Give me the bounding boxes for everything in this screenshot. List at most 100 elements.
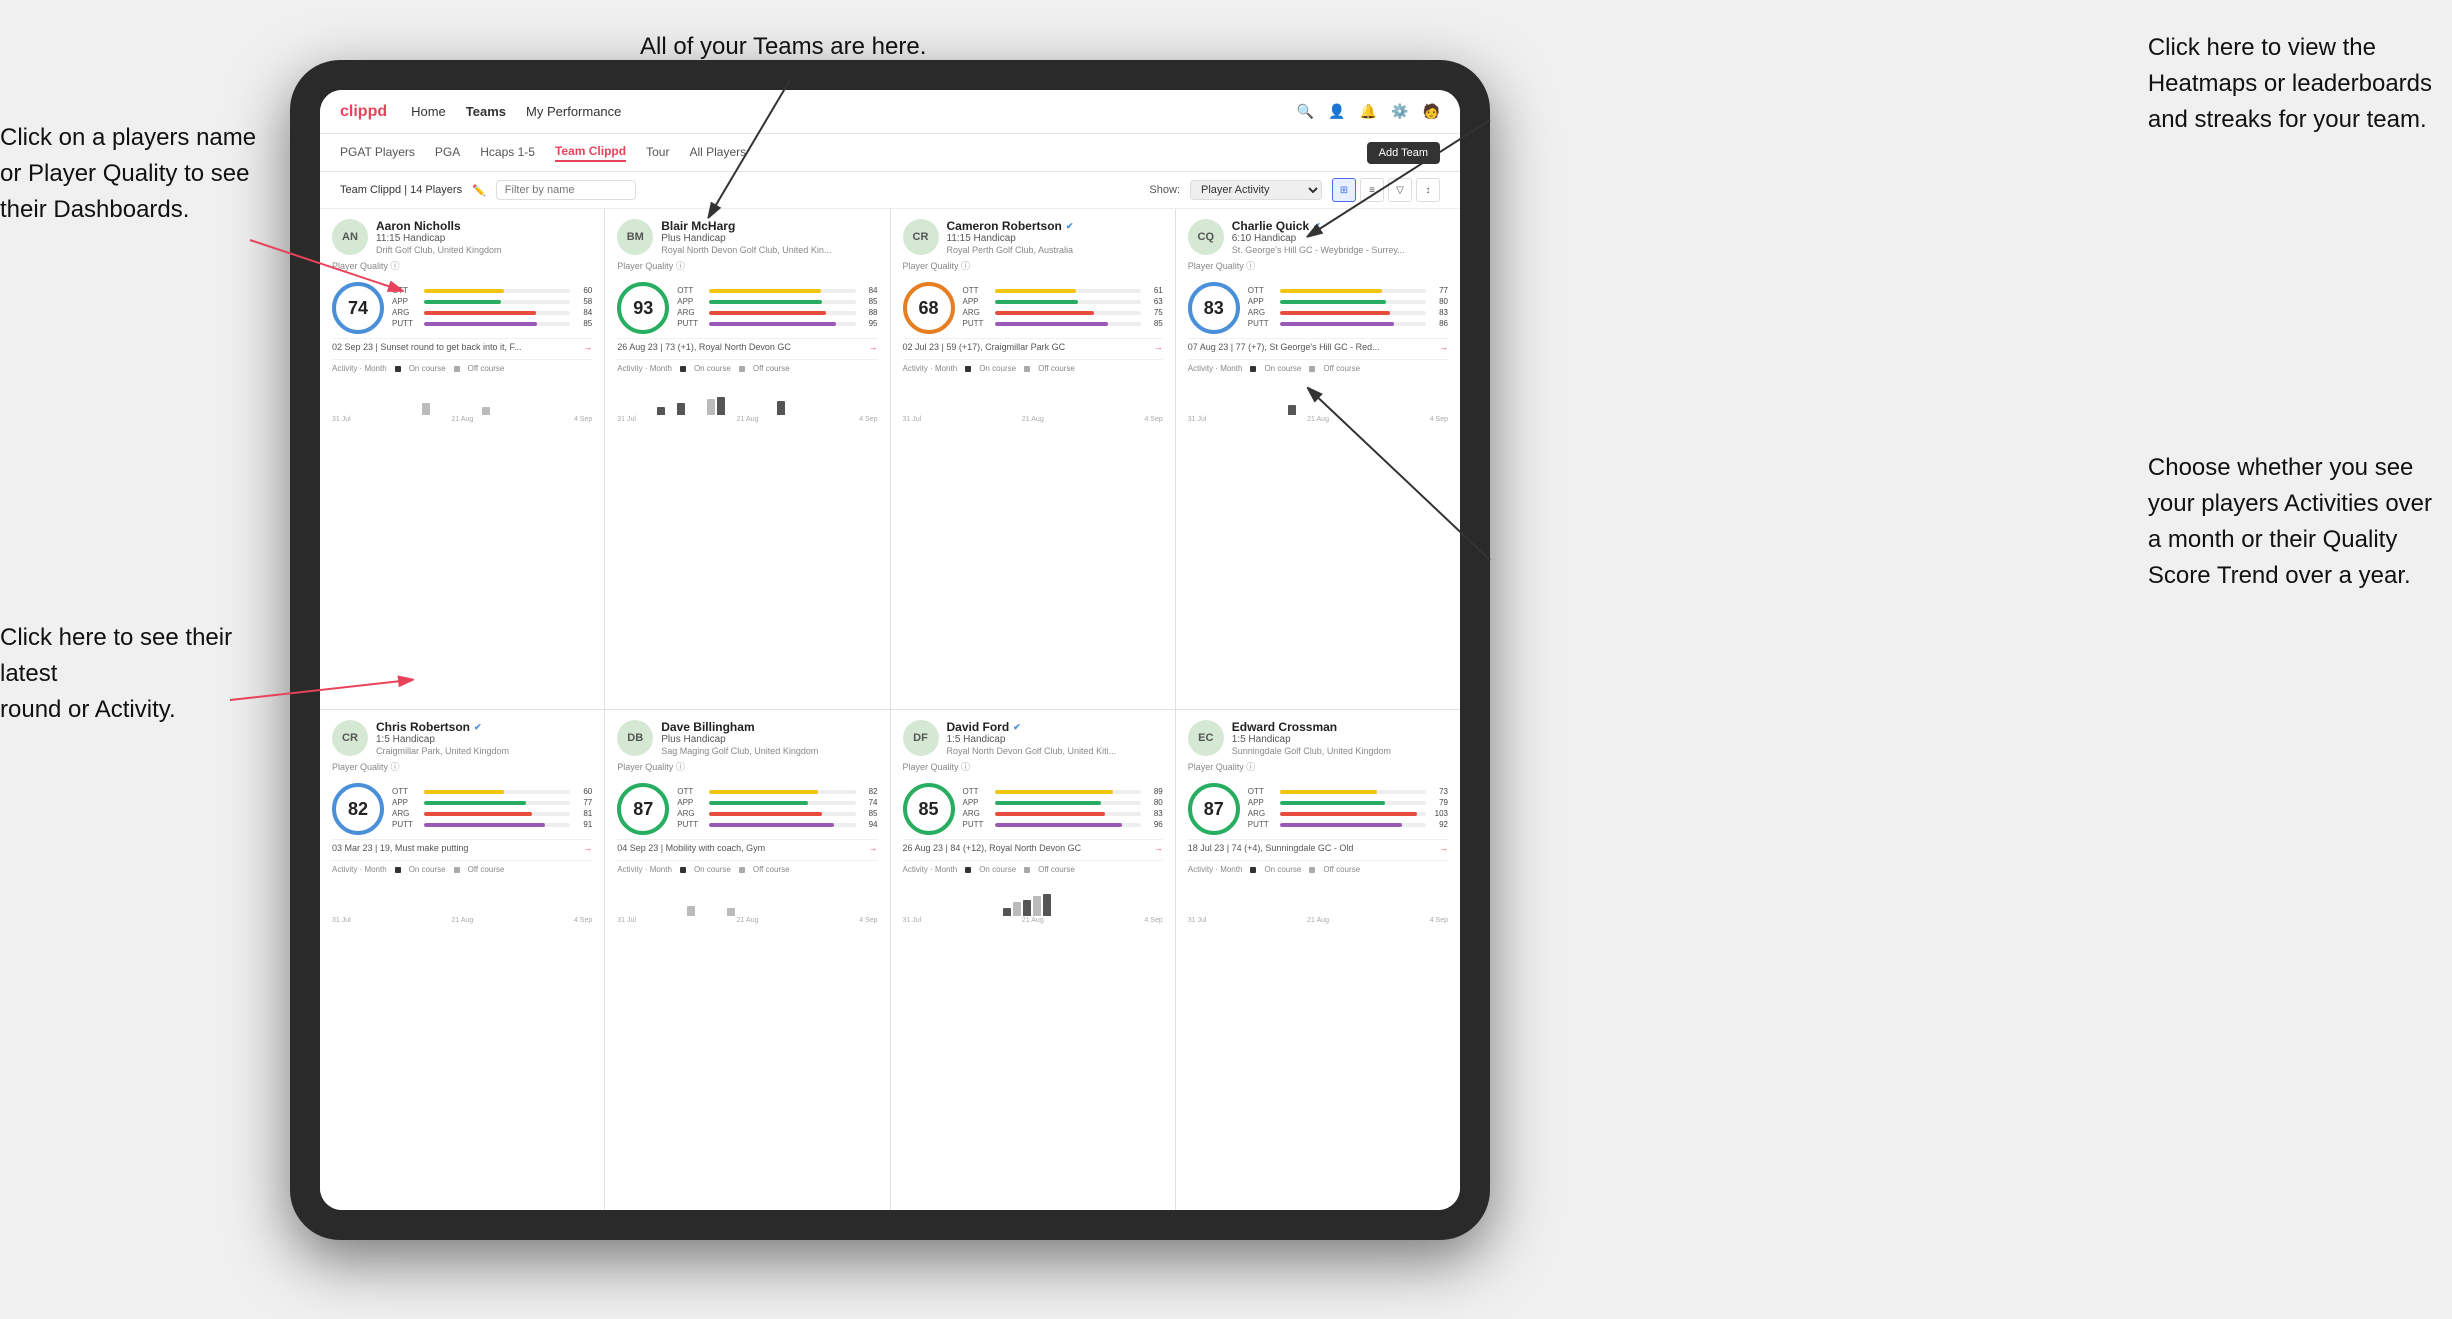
activity-chart [903,375,1163,415]
on-course-dot [395,867,401,873]
chart-labels: 31 Jul 21 Aug 4 Sep [1188,917,1448,924]
chart-labels: 31 Jul 21 Aug 4 Sep [903,917,1163,924]
verified-badge: ✔ [1013,722,1021,733]
quality-score[interactable]: 82 [332,783,384,835]
recent-round[interactable]: 03 Mar 23 | 19, Must make putting → [332,839,592,856]
player-name[interactable]: David Ford ✔ [947,720,1163,734]
tab-pga[interactable]: PGA [435,145,460,161]
recent-round[interactable]: 26 Aug 23 | 73 (+1), Royal North Devon G… [617,338,877,355]
quality-score[interactable]: 93 [617,282,669,334]
show-select[interactable]: Player Activity Quality Score Trend [1190,180,1322,200]
player-header: AN Aaron Nicholls 11:15 Handicap Drift G… [332,219,592,255]
stat-row: OTT 89 [963,787,1163,796]
bell-icon[interactable]: 🔔 [1360,103,1377,120]
chart-bar [777,401,785,415]
player-club: Royal Perth Golf Club, Australia [947,245,1163,255]
stat-row: PUTT 92 [1248,820,1448,829]
stat-row: PUTT 85 [963,319,1163,328]
player-club: Sunningdale Golf Club, United Kingdom [1232,746,1448,756]
stat-row: ARG 103 [1248,809,1448,818]
list-view-button[interactable]: ≡ [1360,178,1384,202]
verified-badge: ✔ [1066,221,1074,232]
off-course-dot [1024,867,1030,873]
toolbar: Team Clippd | 14 Players ✏️ Show: Player… [320,172,1460,209]
player-name[interactable]: Dave Billingham [661,720,877,734]
activity-section: Activity · Month On course Off course 31… [332,860,592,924]
search-icon[interactable]: 🔍 [1297,103,1314,120]
stat-row: APP 58 [392,297,592,306]
chart-labels: 31 Jul 21 Aug 4 Sep [332,416,592,423]
avatar-icon[interactable]: 🧑 [1423,103,1440,120]
recent-round[interactable]: 02 Sep 23 | Sunset round to get back int… [332,338,592,355]
stat-row: OTT 82 [677,787,877,796]
profile-icon[interactable]: 👤 [1328,103,1345,120]
recent-round[interactable]: 07 Aug 23 | 77 (+7), St George's Hill GC… [1188,338,1448,355]
player-card: CR Cameron Robertson ✔ 11:15 Handicap Ro… [891,209,1175,709]
annotation-bottom-left: Click here to see their latestround or A… [0,620,260,728]
player-name[interactable]: Blair McHarg [661,219,877,233]
recent-round[interactable]: 26 Aug 23 | 84 (+12), Royal North Devon … [903,839,1163,856]
stat-row: ARG 83 [1248,308,1448,317]
quality-score[interactable]: 87 [1188,783,1240,835]
recent-round[interactable]: 18 Jul 23 | 74 (+4), Sunningdale GC - Ol… [1188,839,1448,856]
activity-chart [1188,876,1448,916]
on-course-dot [395,366,401,372]
player-card: BM Blair McHarg Plus Handicap Royal Nort… [605,209,889,709]
off-course-dot [1309,366,1315,372]
player-name[interactable]: Cameron Robertson ✔ [947,219,1163,233]
edit-icon[interactable]: ✏️ [472,184,486,197]
stats-rows: OTT 84 APP 85 ARG 88 PUTT 95 [677,286,877,330]
recent-round[interactable]: 02 Jul 23 | 59 (+17), Craigmillar Park G… [903,338,1163,355]
chart-bar [1013,902,1021,916]
player-club: St. George's Hill GC - Weybridge - Surre… [1232,245,1448,255]
quality-score[interactable]: 68 [903,282,955,334]
quality-score[interactable]: 83 [1188,282,1240,334]
quality-score[interactable]: 87 [617,783,669,835]
tab-team-clippd[interactable]: Team Clippd [555,144,626,162]
quality-section: 68 OTT 61 APP 63 ARG 75 PUTT [903,282,1163,334]
tab-all-players[interactable]: All Players [689,145,746,161]
grid-view-button[interactable]: ⊞ [1332,178,1356,202]
quality-label: Player Quality ⓘ [617,259,877,272]
chart-bar [687,906,695,916]
on-course-dot [965,366,971,372]
player-name[interactable]: Aaron Nicholls [376,219,592,233]
player-handicap: 11:15 Handicap [376,233,592,244]
nav-home[interactable]: Home [411,100,446,123]
player-name[interactable]: Edward Crossman [1232,720,1448,734]
player-handicap: Plus Handicap [661,233,877,244]
stats-rows: OTT 61 APP 63 ARG 75 PUTT 85 [963,286,1163,330]
tab-pgat-players[interactable]: PGAT Players [340,145,415,161]
tab-hcaps[interactable]: Hcaps 1-5 [480,145,535,161]
nav-my-performance[interactable]: My Performance [526,100,621,123]
stat-row: PUTT 85 [392,319,592,328]
recent-round[interactable]: 04 Sep 23 | Mobility with coach, Gym → [617,839,877,856]
quality-score[interactable]: 85 [903,783,955,835]
add-team-button[interactable]: Add Team [1367,142,1440,164]
stat-row: PUTT 91 [392,820,592,829]
player-name[interactable]: Chris Robertson ✔ [376,720,592,734]
on-course-dot [680,366,686,372]
activity-section: Activity · Month On course Off course 31… [1188,359,1448,423]
settings-icon[interactable]: ⚙️ [1391,103,1408,120]
activity-chart [903,876,1163,916]
quality-label: Player Quality ⓘ [1188,760,1448,773]
player-avatar: EC [1188,720,1224,756]
tab-tour[interactable]: Tour [646,145,669,161]
filter-input[interactable] [496,180,636,200]
nav-teams[interactable]: Teams [466,100,506,123]
chart-bar [707,399,715,415]
navbar: clippd Home Teams My Performance 🔍 👤 🔔 ⚙… [320,90,1460,134]
app-logo[interactable]: clippd [340,103,387,121]
quality-score[interactable]: 74 [332,282,384,334]
team-label: Team Clippd | 14 Players [340,184,462,196]
stat-row: APP 77 [392,798,592,807]
sort-button[interactable]: ↕ [1416,178,1440,202]
player-avatar: AN [332,219,368,255]
player-name[interactable]: Charlie Quick ✔ [1232,219,1448,233]
off-course-dot [1309,867,1315,873]
chart-bar [727,908,735,916]
stat-row: PUTT 86 [1248,319,1448,328]
player-handicap: 6:10 Handicap [1232,233,1448,244]
filter-button[interactable]: ▽ [1388,178,1412,202]
